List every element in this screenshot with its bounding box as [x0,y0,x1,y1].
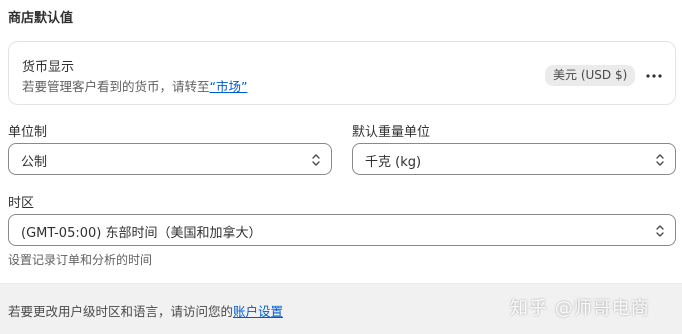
currency-display-card: 货币显示 若要管理客户看到的货币，请转至“市场” 美元 (USD $) [8,41,676,105]
timezone-label: 时区 [8,196,35,211]
chevron-up-down-icon [656,225,664,237]
markets-link[interactable]: “市场” [210,79,248,94]
chevron-up-down-icon [656,154,664,166]
footer-text: 若要更改用户级时区和语言，请访问您的账户设置 [8,301,283,320]
ellipsis-horizontal-icon [646,74,662,78]
chevron-up-down-icon [312,154,320,166]
unit-system-select[interactable]: 公制 [8,143,332,175]
weight-unit-select[interactable]: 千克 (kg) [352,143,676,175]
currency-badge: 美元 (USD $) [545,65,636,86]
account-settings-link[interactable]: 账户设置 [233,304,283,319]
timezone-select[interactable]: (GMT-05:00) 东部时间（美国和加拿大） [8,214,676,246]
currency-card-title: 货币显示 [22,60,75,75]
store-defaults-page: 商店默认值 货币显示 若要管理客户看到的货币，请转至“市场” 美元 (USD $… [0,0,682,334]
section-title: 商店默认值 [8,11,74,26]
weight-unit-value: 千克 (kg) [365,155,422,170]
currency-card-description-text: 若要管理客户看到的货币，请转至 [22,79,210,94]
more-actions-button[interactable] [642,65,666,87]
timezone-help-text: 设置记录订单和分析的时间 [8,253,153,267]
currency-card-description: 若要管理客户看到的货币，请转至“市场” [22,76,247,95]
footer-text-prefix: 若要更改用户级时区和语言，请访问您的 [8,304,234,319]
timezone-value: (GMT-05:00) 东部时间（美国和加拿大） [21,226,262,241]
unit-system-label: 单位制 [8,125,48,140]
weight-unit-label: 默认重量单位 [352,125,431,140]
unit-system-value: 公制 [21,155,48,170]
watermark: 知乎 @师哥电商 [510,298,650,319]
